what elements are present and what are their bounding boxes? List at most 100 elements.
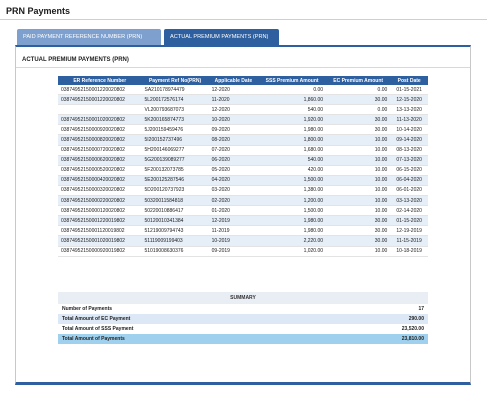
- column-header-post-date: Post Date: [390, 76, 428, 85]
- cell-er-reference-number: 03874952150000520020802: [58, 165, 142, 176]
- cell-sss-premium-amount: 2,220.00: [258, 235, 327, 247]
- cell-post-date: 10-18-2019: [390, 246, 428, 257]
- cell-payment-ref-no: 5E200125287546: [141, 175, 209, 186]
- cell-post-date: 06-15-2020: [390, 165, 428, 176]
- cell-post-date: 10-14-2020: [390, 124, 428, 136]
- cell-ec-premium-amount: 10.00: [326, 195, 391, 207]
- cell-payment-ref-no: 5F200132073785: [141, 165, 209, 176]
- summary-row-total-sss-payment: Total Amount of SSS Payment 23,520.00: [58, 324, 428, 334]
- cell-post-date: 06-04-2020: [390, 175, 428, 186]
- cell-sss-premium-amount: 1,980.00: [258, 215, 327, 227]
- summary-label: Total Amount of EC Payment: [58, 314, 326, 324]
- summary-label: Number of Payments: [58, 304, 326, 314]
- actual-premium-payments-panel: ACTUAL PREMIUM PAYMENTS (PRN) ER Referen…: [15, 45, 471, 385]
- cell-sss-premium-amount: 1,020.00: [258, 246, 327, 257]
- cell-ec-premium-amount: 30.00: [326, 235, 391, 247]
- cell-post-date: 03-13-2020: [390, 195, 428, 207]
- table-row: 03874952150000120020802 50220010886417 01-…: [58, 205, 428, 217]
- cell-post-date: 06-01-2020: [390, 185, 428, 197]
- cell-payment-ref-no: 5D200120737923: [141, 185, 209, 197]
- cell-post-date: 11-13-2020: [390, 114, 428, 126]
- cell-payment-ref-no: 5J200159459476: [141, 124, 209, 136]
- cell-payment-ref-no: 5I200152737496: [141, 134, 209, 146]
- column-header-sss-premium-amount: SSS Premium Amount: [258, 76, 327, 85]
- payments-table: ER Reference Number Payment Ref No(PRN) …: [58, 76, 428, 257]
- cell-payment-ref-no: 5K200165874773: [141, 114, 209, 126]
- table-row: 03874952150001220019802 50120010341384 12-…: [58, 215, 428, 227]
- summary-label: Total Amount of SSS Payment: [58, 324, 326, 334]
- table-row: 03874952150000420020802 5E200125287546 04-…: [58, 175, 428, 186]
- cell-payment-ref-no: 5G200139089277: [141, 155, 209, 166]
- summary-value: 23,810.00: [325, 334, 428, 344]
- table-row: 03874952150000320020802 5D200120737923 03-…: [58, 185, 428, 197]
- cell-post-date: 01-15-2021: [390, 85, 428, 96]
- cell-applicable-date: 04-2020: [208, 175, 259, 186]
- table-row: 03874952150001020019802 51119009199403 10-…: [58, 235, 428, 247]
- cell-payment-ref-no: 50220010886417: [141, 205, 209, 217]
- table-row: 03874952150000520020802 5F200132073785 05-…: [58, 165, 428, 176]
- summary-row-total-payments: Total Amount of Payments 23,810.00: [58, 334, 428, 344]
- table-row: VL200793687073 12-2020 540.00 0.00 13-13-202…: [58, 104, 428, 116]
- cell-applicable-date: 07-2020: [208, 145, 259, 156]
- column-header-payment-ref-no: Payment Ref No(PRN): [141, 76, 209, 85]
- section-divider: [16, 67, 470, 68]
- cell-applicable-date: 11-2019: [208, 225, 259, 237]
- cell-applicable-date: 12-2020: [208, 85, 259, 96]
- cell-applicable-date: 11-2020: [208, 94, 259, 106]
- cell-post-date: 08-13-2020: [390, 145, 428, 156]
- column-header-ec-premium-amount: EC Premium Amount: [326, 76, 391, 85]
- summary-row-total-ec-payment: Total Amount of EC Payment 290.00: [58, 314, 428, 324]
- column-header-er-reference-number: ER Reference Number: [58, 76, 142, 85]
- cell-er-reference-number: 03874952150000920019802: [58, 246, 142, 257]
- cell-ec-premium-amount: 10.00: [326, 145, 391, 156]
- cell-ec-premium-amount: 10.00: [326, 175, 391, 186]
- cell-sss-premium-amount: 1,860.00: [258, 94, 327, 106]
- cell-post-date: 09-14-2020: [390, 134, 428, 146]
- cell-post-date: 02-14-2020: [390, 205, 428, 217]
- table-row: 03874952150001120019802 51219009794743 11-…: [58, 225, 428, 237]
- cell-er-reference-number: 03874952150001020019802: [58, 235, 142, 247]
- summary-label: Total Amount of Payments: [58, 334, 326, 344]
- page-title: PRN Payments: [6, 6, 71, 16]
- table-row: 03874952150000820020802 5I200152737496 08-…: [58, 134, 428, 146]
- cell-er-reference-number: 03874952150001220020802: [58, 94, 142, 106]
- section-title: ACTUAL PREMIUM PAYMENTS (PRN): [22, 57, 129, 63]
- table-row: 03874952150001220020802 5L200172576174 11-…: [58, 94, 428, 106]
- cell-er-reference-number: 03874952150000220020802: [58, 195, 142, 207]
- table-row: 03874952150000720020802 5H200146069277 07-…: [58, 145, 428, 156]
- cell-payment-ref-no: VL200793687073: [141, 104, 209, 116]
- summary-table: SUMMARY Number of Payments 17 Total Amou…: [58, 292, 428, 344]
- cell-payment-ref-no: 5H200146069277: [141, 145, 209, 156]
- cell-payment-ref-no: 50320011584818: [141, 195, 209, 207]
- cell-post-date: 12-15-2020: [390, 94, 428, 106]
- cell-ec-premium-amount: 30.00: [326, 225, 391, 237]
- cell-post-date: 11-15-2019: [390, 235, 428, 247]
- cell-applicable-date: 06-2020: [208, 155, 259, 166]
- cell-sss-premium-amount: 1,980.00: [258, 124, 327, 136]
- tab-actual-premium-payments[interactable]: ACTUAL PREMIUM PAYMENTS (PRN): [164, 29, 279, 45]
- cell-sss-premium-amount: 1,920.00: [258, 114, 327, 126]
- cell-post-date: 12-19-2019: [390, 225, 428, 237]
- payments-table-header: ER Reference Number Payment Ref No(PRN) …: [58, 76, 428, 85]
- summary-row-number-of-payments: Number of Payments 17: [58, 304, 428, 314]
- cell-applicable-date: 03-2020: [208, 185, 259, 197]
- cell-ec-premium-amount: 30.00: [326, 114, 391, 126]
- cell-payment-ref-no: SA210178974479: [141, 85, 209, 96]
- tab-paid-payment-reference-number[interactable]: PAID PAYMENT REFERENCE NUMBER (PRN): [17, 29, 161, 45]
- cell-er-reference-number: 03874952150001220019802: [58, 215, 142, 227]
- cell-ec-premium-amount: 0.00: [326, 85, 391, 96]
- cell-sss-premium-amount: 1,200.00: [258, 195, 327, 207]
- cell-sss-premium-amount: 540.00: [258, 104, 327, 116]
- cell-post-date: 01-15-2020: [390, 215, 428, 227]
- cell-ec-premium-amount: 30.00: [326, 124, 391, 136]
- tab-bar: PAID PAYMENT REFERENCE NUMBER (PRN) ACTU…: [17, 29, 282, 45]
- cell-sss-premium-amount: 1,980.00: [258, 225, 327, 237]
- table-row: 03874952150001220020802 SA210178974479 12-…: [58, 85, 428, 96]
- cell-sss-premium-amount: 1,800.00: [258, 134, 327, 146]
- cell-er-reference-number: 03874952150001020020802: [58, 114, 142, 126]
- table-row: 03874952150001020020802 5K200165874773 10-…: [58, 114, 428, 126]
- column-header-applicable-date: Applicable Date: [208, 76, 259, 85]
- cell-er-reference-number: 03874952150001120019802: [58, 225, 142, 237]
- cell-er-reference-number: 03874952150000720020802: [58, 145, 142, 156]
- cell-applicable-date: 01-2020: [208, 205, 259, 217]
